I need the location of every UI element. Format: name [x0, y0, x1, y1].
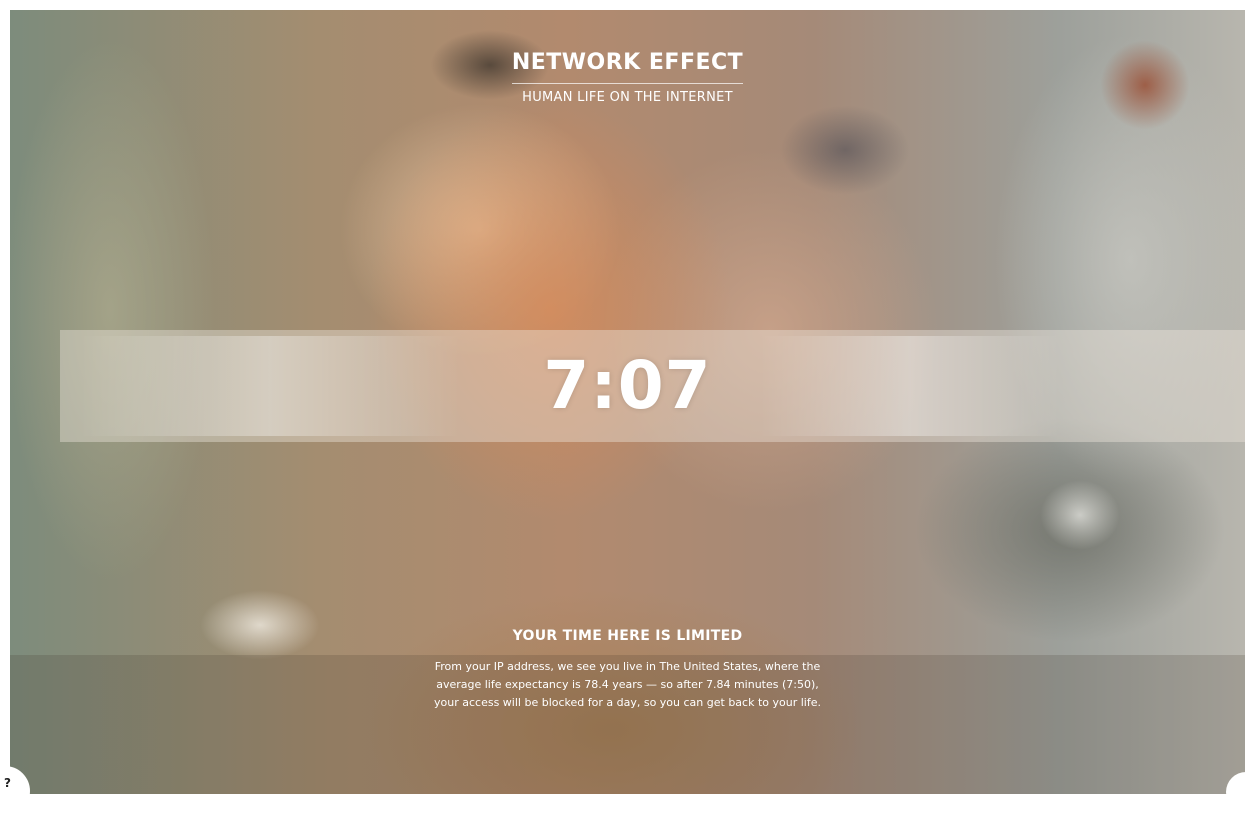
question-mark-icon: ? — [4, 776, 11, 790]
notice-title: YOUR TIME HERE IS LIMITED — [512, 628, 743, 644]
site-title: NETWORK EFFECT — [511, 50, 744, 84]
notice-line: your access will be blocked for a day, s… — [434, 696, 821, 709]
background-highlight — [1040, 480, 1120, 550]
notice-body: From your IP address, we see you live in… — [388, 658, 868, 712]
notice-line: From your IP address, we see you live in… — [434, 660, 821, 673]
notice-line: average life expectancy is 78.4 years — … — [436, 678, 819, 691]
header: NETWORK EFFECT HUMAN LIFE ON THE INTERNE… — [10, 50, 1245, 105]
page-frame: NETWORK EFFECT HUMAN LIFE ON THE INTERNE… — [10, 10, 1245, 794]
site-subtitle: HUMAN LIFE ON THE INTERNET — [522, 90, 733, 105]
time-limit-notice: YOUR TIME HERE IS LIMITED From your IP a… — [10, 628, 1245, 712]
countdown-timer: 7:07 — [543, 347, 712, 424]
background-shadow — [780, 105, 910, 195]
